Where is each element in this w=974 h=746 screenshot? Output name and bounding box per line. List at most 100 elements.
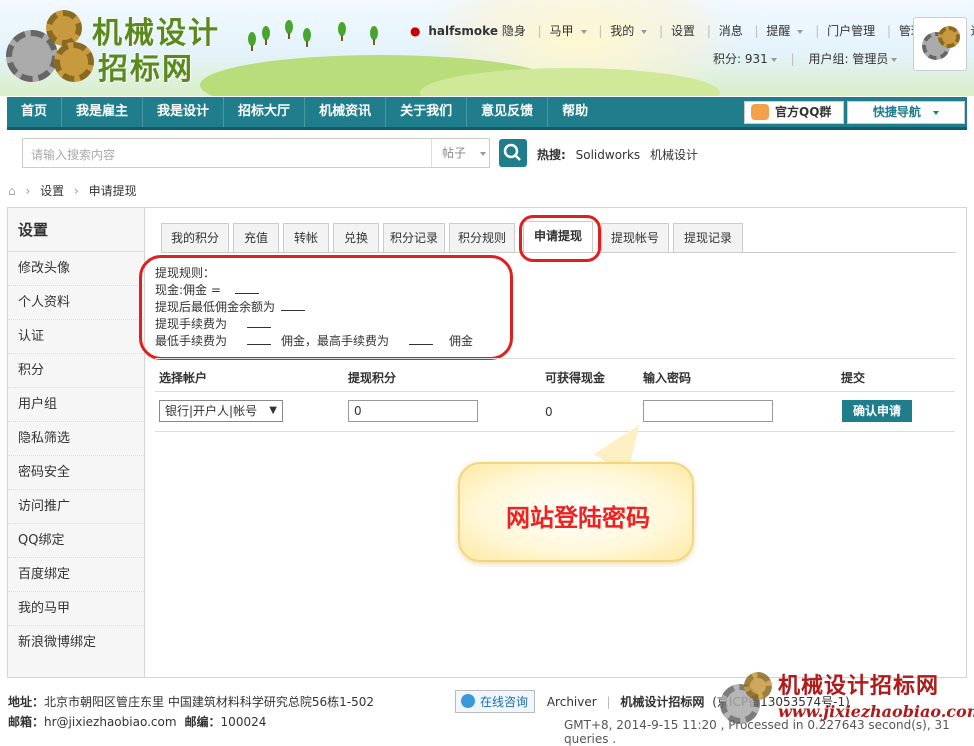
zip-value: 100024: [220, 715, 267, 729]
logo-line2[interactable]: 招标网: [98, 44, 194, 88]
col-submit: 提交: [841, 371, 866, 385]
tab-withdraw-account[interactable]: 提现帐号: [601, 223, 669, 253]
breadcrumb-settings[interactable]: 设置: [40, 184, 64, 198]
tab-exchange[interactable]: 兑换: [333, 223, 379, 253]
col-cash: 可获得现金: [545, 371, 606, 385]
col-points: 提现积分: [348, 371, 397, 385]
sidebar-item-credits[interactable]: 积分: [8, 354, 144, 388]
nav-about[interactable]: 关于我们: [386, 97, 468, 127]
my-menu[interactable]: 我的: [610, 24, 634, 38]
qq-group-label: 官方QQ群: [775, 105, 832, 119]
tab-transfer[interactable]: 转帐: [283, 223, 329, 253]
hot-search: 热搜: Solidworks 机械设计: [537, 146, 698, 163]
points-input[interactable]: 0: [348, 400, 478, 422]
search-type-value: 帖子: [442, 146, 467, 160]
search-placeholder: 请输入搜索内容: [31, 148, 116, 162]
footer-address-line: 地址：北京市朝阳区管庄东里 中国建筑材料科学研究总院56栋1-502: [8, 692, 374, 712]
invisible-toggle[interactable]: 隐身: [502, 24, 526, 38]
qq-people-icon: [751, 104, 769, 120]
sidebar-item-verify[interactable]: 认证: [8, 320, 144, 354]
avatar[interactable]: [913, 17, 967, 71]
watermark-name: 机械设计招标网: [778, 673, 940, 699]
points-menu[interactable]: 积分: 931: [713, 52, 768, 66]
col-account: 选择帐户: [159, 371, 208, 385]
reminders-menu[interactable]: 提醒: [766, 24, 790, 38]
watermark: 机械设计招标网 www.jixiezhaobiao.com: [716, 664, 974, 738]
home-icon[interactable]: ⌂: [8, 184, 16, 198]
sidebar-item-weibo[interactable]: 新浪微博绑定: [8, 626, 144, 660]
sidebar-item-promotion[interactable]: 访问推广: [8, 490, 144, 524]
search-box[interactable]: 请输入搜索内容 帖子: [22, 138, 490, 168]
tree-icon: [262, 26, 270, 45]
col-password: 输入密码: [643, 371, 692, 385]
email-label: 邮箱：: [8, 715, 45, 729]
footer-contact: 地址：北京市朝阳区管庄东里 中国建筑材料科学研究总院56栋1-502 邮箱：hr…: [8, 692, 374, 732]
usergroup-menu[interactable]: 用户组: 管理员: [808, 52, 888, 66]
avatar-gear-icon: [938, 26, 960, 48]
breadcrumb-separator: ›: [73, 184, 79, 198]
nav-designer[interactable]: 我是设计: [143, 97, 225, 127]
tree-icon: [338, 22, 346, 41]
site-header: 机械设计 招标网 ● halfsmoke 隐身 | 马甲 | 我的 | 设置 |…: [0, 0, 974, 96]
search-type-select[interactable]: 帖子: [431, 139, 491, 167]
highlight-circle-rules: [139, 255, 513, 360]
logo-gear-icon: [46, 10, 82, 46]
logo-gear-icon: [54, 42, 94, 82]
settings-sidebar: 设置 修改头像 个人资料 认证 积分 用户组 隐私筛选 密码安全 访问推广 QQ…: [7, 207, 145, 678]
address-value: 北京市朝阳区管庄东里 中国建筑材料科学研究总院56栋1-502: [44, 695, 374, 709]
sidebar-item-majia[interactable]: 我的马甲: [8, 592, 144, 626]
tab-withdraw-log[interactable]: 提现记录: [673, 223, 743, 253]
password-input[interactable]: [643, 400, 773, 422]
logout-link[interactable]: 退出: [971, 24, 974, 38]
online-consult-label: 在线咨询: [480, 695, 529, 709]
chevron-down-icon: [797, 29, 804, 34]
tree-icon: [370, 26, 378, 45]
email-value[interactable]: hr@jixiezhaobiao.com: [44, 715, 177, 729]
tab-credit-rules[interactable]: 积分规则: [449, 223, 515, 253]
account-select[interactable]: 银行|开户人|帐号 ▼: [159, 400, 283, 422]
username-link[interactable]: halfsmoke: [428, 24, 498, 38]
sidebar-item-password[interactable]: 密码安全: [8, 456, 144, 490]
nav-home[interactable]: 首页: [7, 97, 63, 127]
tree-icon: [285, 20, 293, 39]
sidebar-item-qq[interactable]: QQ绑定: [8, 524, 144, 558]
site-name-link[interactable]: 机械设计招标网: [620, 695, 704, 709]
nav-feedback[interactable]: 意见反馈: [467, 97, 549, 127]
qq-group-button[interactable]: 官方QQ群: [744, 101, 844, 124]
archiver-link[interactable]: Archiver: [547, 695, 597, 709]
tab-recharge[interactable]: 充值: [233, 223, 279, 253]
hot-term-link[interactable]: Solidworks: [576, 148, 641, 162]
tab-credit-log[interactable]: 积分记录: [383, 223, 445, 253]
sidebar-item-avatar[interactable]: 修改头像: [8, 252, 144, 286]
portal-admin-link[interactable]: 门户管理: [827, 24, 875, 38]
sidebar-item-profile[interactable]: 个人资料: [8, 286, 144, 320]
sidebar-item-usergroup[interactable]: 用户组: [8, 388, 144, 422]
nav-help[interactable]: 帮助: [548, 97, 602, 127]
dropdown-arrow-icon: ▼: [269, 405, 277, 416]
chevron-down-icon: [641, 29, 648, 34]
nav-tender-hall[interactable]: 招标大厅: [224, 97, 306, 127]
callout-bubble: 网站登陆密码: [458, 462, 694, 562]
table-row: 银行|开户人|帐号 ▼ 0 0 确认申请: [155, 392, 955, 432]
sidebar-item-baidu[interactable]: 百度绑定: [8, 558, 144, 592]
nav-employer[interactable]: 我是雇主: [62, 97, 144, 127]
tree-icon: [248, 32, 256, 51]
settings-link[interactable]: 设置: [671, 24, 695, 38]
nav-news[interactable]: 机械资讯: [305, 97, 387, 127]
messages-link[interactable]: 消息: [719, 24, 743, 38]
online-consult-button[interactable]: 在线咨询: [455, 690, 536, 713]
majia-menu[interactable]: 马甲: [550, 24, 574, 38]
search-button[interactable]: [499, 139, 527, 167]
chat-bubble-icon: [461, 694, 475, 708]
breadcrumb: ⌂ › 设置 › 申请提现: [8, 182, 137, 199]
hot-term-link[interactable]: 机械设计: [650, 148, 698, 162]
sidebar-item-privacy[interactable]: 隐私筛选: [8, 422, 144, 456]
callout-text: 网站登陆密码: [506, 503, 650, 532]
account-select-value: 银行|开户人|帐号: [165, 404, 258, 418]
chevron-down-icon: [770, 57, 777, 62]
quick-nav-button[interactable]: 快捷导航: [847, 101, 965, 124]
tab-my-credits[interactable]: 我的积分: [161, 223, 229, 253]
confirm-withdraw-button[interactable]: 确认申请: [842, 400, 912, 422]
watermark-url: www.jixiezhaobiao.com: [778, 702, 974, 721]
search-icon: [503, 143, 521, 161]
